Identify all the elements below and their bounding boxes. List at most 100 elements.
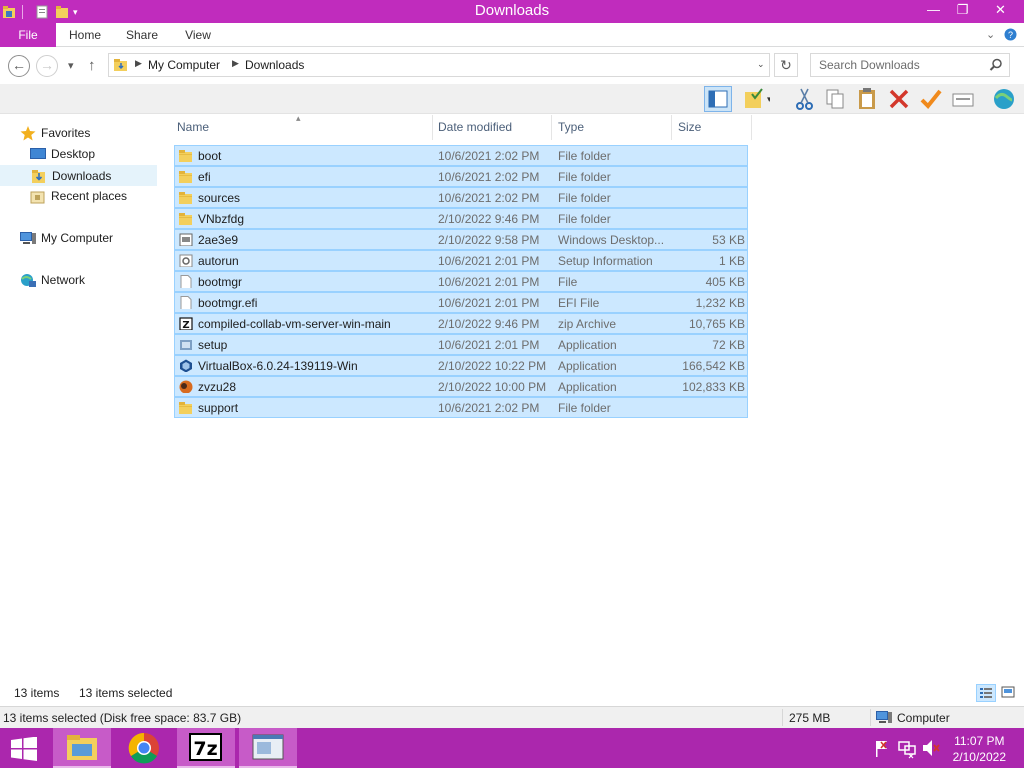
rename-checkmark-icon[interactable]: [918, 86, 946, 112]
search-box[interactable]: [810, 53, 1010, 77]
file-row[interactable]: boot 10/6/2021 2:02 PM File folder: [174, 145, 748, 166]
downloads-folder-icon: [113, 57, 129, 76]
large-icons-view-icon[interactable]: [999, 684, 1019, 702]
file-row[interactable]: VirtualBox-6.0.24-139119-Win 2/10/2022 10…: [174, 355, 748, 376]
action-center-flag-icon[interactable]: [874, 728, 890, 768]
cut-icon[interactable]: [792, 86, 820, 112]
item-count: 13 items: [14, 686, 60, 700]
minimize-button[interactable]: —: [919, 0, 948, 23]
file-type: zip Archive: [558, 317, 617, 331]
windows-start-icon[interactable]: [10, 736, 38, 761]
file-row[interactable]: sources 10/6/2021 2:02 PM File folder: [174, 187, 748, 208]
zip-icon: Z: [179, 317, 193, 330]
help-icon[interactable]: ?: [1004, 23, 1017, 47]
window-controls: — ❐ ✕: [919, 0, 1024, 23]
setup-app-icon: [179, 338, 193, 351]
file-row[interactable]: zvzu28 2/10/2022 10:00 PM Application 102,8…: [174, 376, 748, 397]
file-row[interactable]: support 10/6/2021 2:02 PM File folder: [174, 397, 748, 418]
forward-arrow-icon[interactable]: →: [36, 55, 58, 77]
nav-favorites[interactable]: Favorites: [0, 123, 157, 144]
file-type: File folder: [558, 170, 611, 184]
file-row[interactable]: bootmgr 10/6/2021 2:01 PM File 405 KB: [174, 271, 748, 292]
file-type: File folder: [558, 212, 611, 226]
tab-home[interactable]: Home: [60, 23, 110, 47]
file-list: ▴ Name Date modified Type Size boot 10/6/…: [160, 113, 1024, 678]
file-size: 53 KB: [712, 233, 745, 247]
close-button[interactable]: ✕: [977, 0, 1024, 23]
nav-recent-places[interactable]: Recent places: [0, 186, 157, 207]
status-bar: 13 items selected (Disk free space: 83.7…: [0, 706, 1024, 728]
file-icon: [179, 296, 193, 309]
search-icon[interactable]: [989, 58, 1003, 72]
delete-icon[interactable]: [886, 86, 914, 112]
column-header-size[interactable]: Size: [672, 115, 752, 140]
tab-file[interactable]: File: [0, 23, 56, 47]
svg-text:Z: Z: [182, 320, 189, 330]
file-row[interactable]: VNbzfdg 2/10/2022 9:46 PM File folder: [174, 208, 748, 229]
file-row[interactable]: setup 10/6/2021 2:01 PM Application 72 KB: [174, 334, 748, 355]
tab-view[interactable]: View: [176, 23, 220, 47]
file-name: sources: [198, 191, 241, 205]
file-date: 10/6/2021 2:02 PM: [438, 170, 540, 184]
file-size: 72 KB: [712, 338, 745, 352]
file-row[interactable]: Zcompiled-collab-vm-server-win-main 2/10/…: [174, 313, 748, 334]
file-name: bootmgr.efi: [198, 296, 258, 310]
column-header-date[interactable]: Date modified: [432, 115, 552, 140]
file-row[interactable]: autorun 10/6/2021 2:01 PM Setup Informatio…: [174, 250, 748, 271]
file-name: boot: [198, 149, 222, 163]
status-detail: 13 items selected (Disk free space: 83.7…: [3, 711, 242, 725]
details-view-icon[interactable]: [976, 684, 996, 702]
chevron-down-icon[interactable]: ⌄: [986, 23, 995, 47]
app-icon: [179, 380, 193, 393]
breadcrumb-downloads[interactable]: Downloads: [245, 58, 304, 72]
svg-text:?: ?: [1008, 30, 1013, 40]
navigation-pane: Favorites Desktop Downloads Recent place…: [0, 115, 160, 678]
nav-network[interactable]: Network: [0, 270, 157, 291]
computer-icon: [876, 710, 892, 728]
up-arrow-icon[interactable]: ↑: [88, 55, 96, 77]
globe-icon[interactable]: [990, 86, 1018, 112]
breadcrumb-my-computer[interactable]: My Computer: [148, 58, 220, 72]
nav-desktop[interactable]: Desktop: [0, 144, 157, 165]
file-name: bootmgr: [198, 275, 243, 289]
file-date: 10/6/2021 2:01 PM: [438, 275, 540, 289]
notepad-window-icon[interactable]: [239, 728, 297, 768]
file-row[interactable]: efi 10/6/2021 2:02 PM File folder: [174, 166, 748, 187]
folder-icon: [179, 170, 193, 183]
select-all-icon[interactable]: ▾: [742, 86, 772, 112]
column-header-name[interactable]: Name: [171, 115, 433, 140]
preview-pane-icon[interactable]: [704, 86, 732, 112]
refresh-icon[interactable]: ↻: [774, 53, 798, 77]
chrome-icon[interactable]: [115, 728, 173, 768]
details-status: 13 items 13 items selected: [0, 679, 1024, 706]
address-bar[interactable]: ▶ My Computer ▶ Downloads ⌄: [108, 53, 770, 77]
search-input[interactable]: [811, 54, 987, 76]
paste-icon[interactable]: [854, 86, 882, 112]
network-tray-icon[interactable]: [898, 728, 916, 768]
breadcrumb-separator-icon: ▶: [232, 58, 239, 68]
nav-my-computer[interactable]: My Computer: [0, 228, 157, 249]
back-arrow-icon[interactable]: ←: [8, 55, 30, 77]
file-explorer-icon[interactable]: [53, 728, 111, 768]
address-dropdown-icon[interactable]: ⌄: [757, 59, 765, 70]
file-name: zvzu28: [198, 380, 237, 394]
file-date: 10/6/2021 2:02 PM: [438, 401, 540, 415]
column-header-type[interactable]: Type: [552, 115, 672, 140]
clock-date: 2/10/2022: [952, 750, 1006, 764]
maximize-button[interactable]: ❐: [948, 0, 977, 23]
folder-icon: [179, 149, 193, 162]
file-name: setup: [198, 338, 228, 352]
file-date: 10/6/2021 2:01 PM: [438, 254, 540, 268]
file-type: File folder: [558, 191, 611, 205]
nav-downloads[interactable]: Downloads: [0, 165, 157, 186]
file-row[interactable]: 2ae3e9 2/10/2022 9:58 PM Windows Desktop..…: [174, 229, 748, 250]
recent-places-icon: [30, 189, 46, 204]
copy-icon[interactable]: [822, 86, 850, 112]
properties-box-icon[interactable]: [950, 86, 978, 112]
recent-locations-chevron-icon[interactable]: ▾: [68, 55, 74, 77]
7zip-icon[interactable]: 7z: [177, 728, 235, 768]
volume-muted-icon[interactable]: [922, 728, 940, 768]
file-row[interactable]: bootmgr.efi 10/6/2021 2:01 PM EFI File 1,23…: [174, 292, 748, 313]
system-clock[interactable]: 11:07 PM 2/10/2022: [953, 733, 1006, 765]
tab-share[interactable]: Share: [118, 23, 166, 47]
